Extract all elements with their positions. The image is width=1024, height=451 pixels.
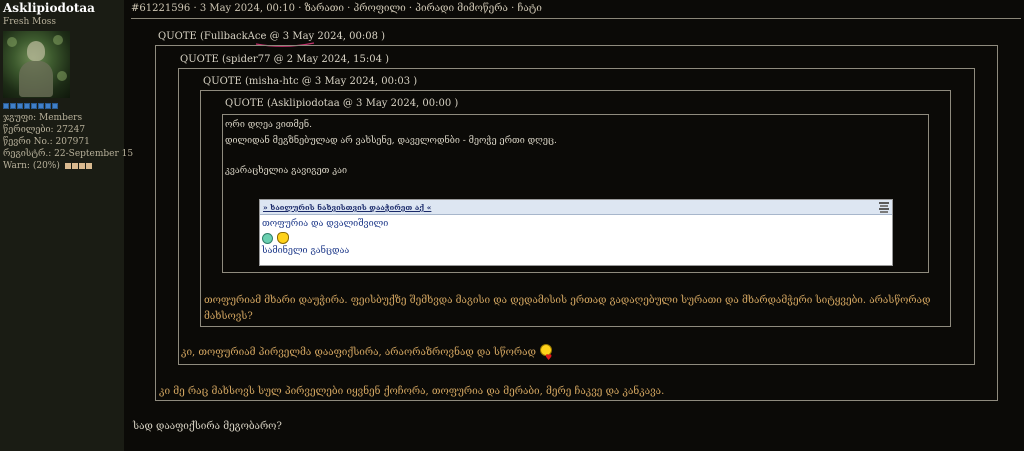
avatar[interactable] bbox=[3, 31, 70, 98]
quote-4-line-3: კვარაცხელია გავიგეთ კაი bbox=[225, 166, 348, 176]
embed-line-1: თოფურია და დვალიშვილი bbox=[262, 219, 389, 229]
quote-4-line-2: დილიდან მეგზნებულად არ ვახსენე, დაველოდნ… bbox=[225, 136, 557, 146]
quote-4-label: QUOTE bbox=[225, 98, 264, 109]
user-rank: Fresh Moss bbox=[3, 17, 57, 27]
quote-2-meta: (spider77 @ 2 May 2024, 15:04 ) bbox=[221, 54, 390, 65]
user-warn: Warn: (20%) bbox=[3, 160, 124, 172]
post-body-text: სად დააფიქსირა მეგობარო? bbox=[133, 421, 282, 432]
user-registered: რეგისტრ.: 22-September 15 bbox=[3, 149, 134, 159]
user-member-no: წევრი No.: 207971 bbox=[3, 137, 90, 147]
heart-icon: ♥ bbox=[545, 353, 553, 362]
spoiler-icon bbox=[879, 202, 889, 213]
post-header[interactable]: #61221596 · 3 May 2024, 00:10 · ზარათი ·… bbox=[131, 0, 1021, 19]
warn-level bbox=[64, 162, 92, 169]
quote-2-text: კი, თოფურიამ პირველმა დააფიქსირა, არაორა… bbox=[181, 347, 536, 358]
clapping-smiley-icon bbox=[277, 232, 289, 244]
spoiler-toggle-label: » ხაილურის ნახვისთვის დააჭირეთ აქ « bbox=[263, 203, 432, 212]
quote-4-meta: (Asklipiodotaa @ 3 May 2024, 00:00 ) bbox=[266, 98, 459, 109]
username[interactable]: Asklipiodotaa bbox=[3, 1, 124, 15]
quote-1-text: კი მე რაც მახსოვს სულ პირველები იყვნენ ქ… bbox=[159, 386, 665, 397]
user-sidebar: Asklipiodotaa Fresh Moss ჯგუფი: Members … bbox=[0, 0, 134, 451]
quote-4-header: QUOTE (Asklipiodotaa @ 3 May 2024, 00:00… bbox=[225, 98, 458, 110]
quote-4-line-1: ორი დღეა ვითმენ. bbox=[225, 120, 312, 130]
quote-2-header: QUOTE (spider77 @ 2 May 2024, 15:04 ) bbox=[180, 54, 389, 66]
warn-label: Warn: (20%) bbox=[3, 161, 60, 171]
quote-3-meta: (misha-htc @ 3 May 2024, 00:03 ) bbox=[244, 76, 418, 87]
quote-3-line-2: მახსოვს? bbox=[204, 311, 253, 322]
quote-2-label: QUOTE bbox=[180, 54, 219, 65]
quote-3-label: QUOTE bbox=[203, 76, 242, 87]
smiley-icon bbox=[262, 232, 273, 244]
quote-3-header: QUOTE (misha-htc @ 3 May 2024, 00:03 ) bbox=[203, 76, 417, 88]
quote-1-label: QUOTE bbox=[158, 31, 197, 42]
embed-smileys bbox=[262, 231, 890, 245]
quote-3-line-1: თოფურიამ მხარი დაუჭირა. ფეისბუქზე შემხვდ… bbox=[204, 295, 931, 306]
user-post-count: წერილები: 27247 bbox=[3, 125, 86, 135]
rank-pips bbox=[3, 103, 124, 110]
user-group: ჯგუფი: Members bbox=[3, 113, 83, 123]
spoiler-toggle-link[interactable]: » ხაილურის ნახვისთვის დააჭირეთ აქ « bbox=[260, 200, 892, 215]
embedded-spoiler: » ხაილურის ნახვისთვის დააჭირეთ აქ « თოფუ… bbox=[259, 199, 893, 266]
embed-line-2: სამინელი განცდაა bbox=[262, 246, 350, 256]
